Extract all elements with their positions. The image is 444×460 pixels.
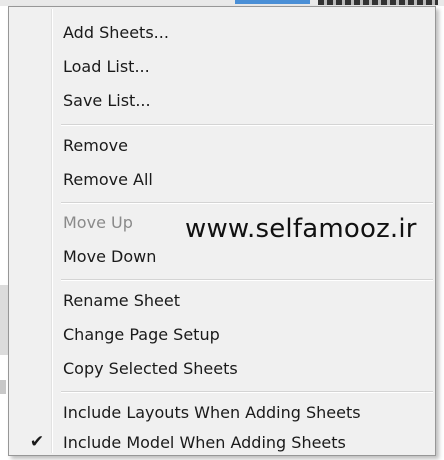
menu-item-label: Include Layouts When Adding Sheets (63, 402, 361, 422)
menu-item-label: Save List... (63, 90, 151, 110)
menu-item-include-layouts[interactable]: Include Layouts When Adding Sheets (11, 395, 433, 429)
menu-item-label: Copy Selected Sheets (63, 358, 238, 378)
menu-item-move-down[interactable]: Move Down (11, 239, 433, 273)
menu-item-copy-selected-sheets[interactable]: Copy Selected Sheets (11, 351, 433, 385)
background-title-highlight (235, 0, 310, 4)
watermark-text: www.selfamooz.ir (185, 214, 417, 244)
menu-item-remove[interactable]: Remove (11, 128, 433, 162)
menu-item-label: Include Model When Adding Sheets (63, 432, 346, 452)
background-window-edge (0, 285, 8, 355)
menu-separator (61, 279, 433, 281)
menu-item-include-model[interactable]: ✔ Include Model When Adding Sheets (11, 425, 433, 459)
menu-item-label: Change Page Setup (63, 324, 220, 344)
menu-item-label: Remove (63, 135, 128, 155)
menu-separator (61, 202, 433, 204)
menu-item-label: Rename Sheet (63, 290, 180, 310)
menu-separator (61, 391, 433, 393)
menu-item-add-sheets[interactable]: Add Sheets... (11, 15, 433, 49)
menu-item-label: Remove All (63, 169, 153, 189)
menu-item-load-list[interactable]: Load List... (11, 49, 433, 83)
menu-item-label: Load List... (63, 56, 150, 76)
menu-item-remove-all[interactable]: Remove All (11, 162, 433, 196)
menu-item-label: Move Up (63, 212, 133, 232)
menu-item-rename-sheet[interactable]: Rename Sheet (11, 283, 433, 317)
menu-item-save-list[interactable]: Save List... (11, 83, 433, 117)
menu-item-label: Move Down (63, 246, 157, 266)
background-text-fragment (318, 0, 438, 5)
menu-separator (61, 124, 433, 126)
menu-item-change-page-setup[interactable]: Change Page Setup (11, 317, 433, 351)
screen: Add Sheets... Load List... Save List... … (0, 0, 444, 460)
menu-item-label: Add Sheets... (63, 22, 169, 42)
background-window-edge-lower (0, 380, 6, 394)
checkmark-icon: ✔ (29, 431, 45, 452)
